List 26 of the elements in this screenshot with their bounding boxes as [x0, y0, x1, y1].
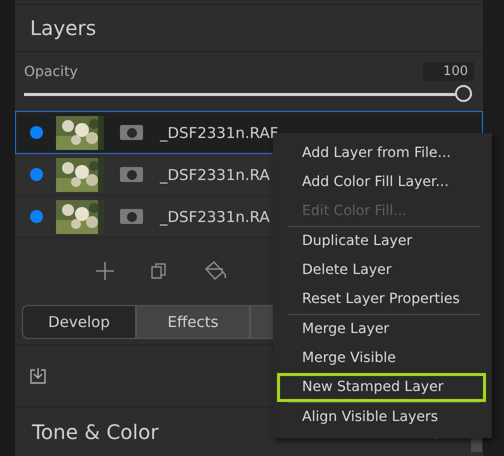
menu-item[interactable]: Merge Visible: [277, 344, 486, 373]
panel-title: Layers: [30, 16, 96, 40]
menu-item[interactable]: Delete Layer: [277, 256, 486, 285]
layer-name: _DSF2331n.RAF: [160, 124, 278, 142]
menu-item[interactable]: New Stamped Layer: [277, 373, 486, 402]
layer-mask-icon: [120, 209, 143, 224]
layer-mask-icon: [120, 167, 143, 182]
menu-item[interactable]: Merge Layer: [277, 315, 486, 344]
visibility-dot[interactable]: [30, 210, 43, 223]
section-title: Tone & Color: [32, 420, 159, 444]
layer-name: _DSF2331n.RA: [160, 166, 270, 184]
menu-item[interactable]: Align Visible Layers: [277, 403, 486, 432]
import-icon[interactable]: [29, 367, 47, 385]
tab[interactable]: Develop: [22, 305, 136, 339]
opacity-slider[interactable]: [24, 85, 472, 102]
paint-bucket-icon[interactable]: [203, 260, 229, 282]
menu-item[interactable]: Reset Layer Properties: [277, 285, 486, 314]
tab[interactable]: Effects: [136, 305, 250, 339]
visibility-dot[interactable]: [30, 126, 43, 139]
menu-item[interactable]: Add Color Fill Layer...: [277, 168, 486, 197]
layer-mask-icon: [120, 125, 143, 140]
opacity-label: Opacity: [24, 64, 78, 80]
layer-name: _DSF2331n.RA: [160, 208, 270, 226]
plus-icon[interactable]: [95, 261, 115, 281]
opacity-value-field[interactable]: 100: [423, 62, 474, 81]
visibility-dot[interactable]: [30, 168, 43, 181]
